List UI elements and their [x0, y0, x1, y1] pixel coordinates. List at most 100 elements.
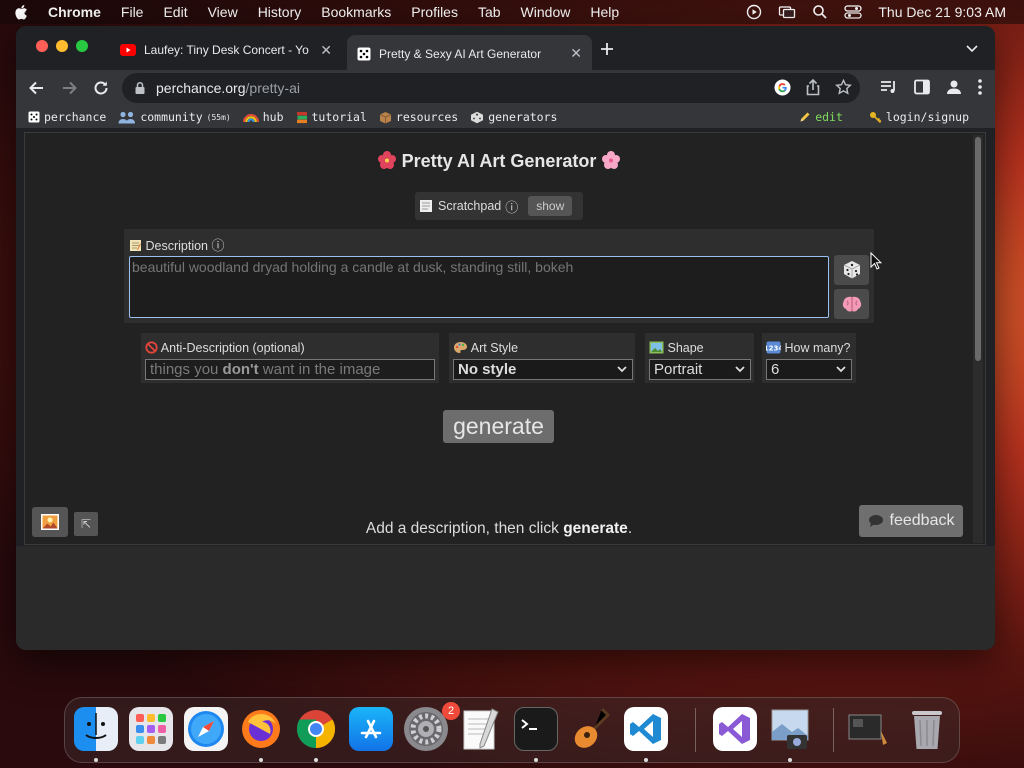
- chevron-down-icon: [735, 366, 745, 373]
- bookmark-tutorial[interactable]: tutorial: [296, 110, 367, 124]
- generate-button[interactable]: generate: [443, 410, 554, 443]
- more-menu-icon[interactable]: [977, 78, 983, 96]
- menu-app-name[interactable]: Chrome: [48, 4, 101, 20]
- close-window-button[interactable]: [36, 40, 48, 52]
- menu-profiles[interactable]: Profiles: [411, 4, 458, 20]
- page-scrollbar[interactable]: [973, 135, 983, 543]
- reload-icon[interactable]: [91, 78, 111, 98]
- chevron-down-icon[interactable]: [966, 45, 978, 53]
- info-icon[interactable]: ⓘ: [505, 197, 518, 216]
- address-bar[interactable]: perchance.org/pretty-ai: [122, 73, 860, 103]
- tab-perchance[interactable]: Pretty & Sexy AI Art Generator ✕: [347, 35, 592, 72]
- bookmark-label: generators: [488, 110, 558, 124]
- textedit-icon: [463, 708, 499, 750]
- preview-icon: [771, 709, 809, 749]
- apple-icon[interactable]: [14, 4, 28, 20]
- menu-help[interactable]: Help: [590, 4, 619, 20]
- bookmark-note: (55m): [206, 112, 231, 122]
- dock-chrome[interactable]: [294, 707, 338, 751]
- anti-description-input[interactable]: things you don't want in the image: [145, 359, 435, 380]
- feedback-button[interactable]: feedback: [859, 505, 963, 537]
- menu-history[interactable]: History: [258, 4, 302, 20]
- bookmark-generators[interactable]: generators: [470, 110, 557, 124]
- mouse-cursor-icon: [870, 252, 882, 270]
- bookmark-community[interactable]: community (55m): [118, 110, 231, 124]
- share-icon[interactable]: [805, 79, 821, 96]
- new-tab-icon[interactable]: [600, 42, 614, 56]
- edit-link[interactable]: edit: [799, 110, 843, 124]
- back-arrow-icon[interactable]: [27, 78, 47, 98]
- media-queue-icon[interactable]: [879, 78, 899, 96]
- search-icon[interactable]: [812, 4, 828, 20]
- rainbow-icon: [242, 114, 259, 123]
- menu-bookmarks[interactable]: Bookmarks: [321, 4, 391, 20]
- dock-app-store[interactable]: [349, 707, 393, 751]
- star-bookmark-icon[interactable]: [835, 79, 852, 96]
- people-icon: [118, 111, 136, 123]
- how-many-select[interactable]: 6: [766, 359, 852, 380]
- perchance-dice-icon: [357, 47, 371, 60]
- dock-trash[interactable]: [905, 707, 949, 751]
- youtube-icon: [120, 44, 136, 56]
- menu-file[interactable]: File: [121, 4, 144, 20]
- description-input[interactable]: [129, 256, 829, 318]
- page-content: Pretty AI Art Generator Scratchpad ⓘ sho…: [24, 132, 986, 545]
- zoom-window-button[interactable]: [76, 40, 88, 52]
- info-icon[interactable]: ⓘ: [212, 238, 225, 253]
- scratchpad-show-button[interactable]: show: [528, 196, 573, 216]
- tab-laufey[interactable]: Laufey: Tiny Desk Concert - Yo ✕: [110, 35, 342, 65]
- control-center-icon[interactable]: [844, 4, 863, 20]
- shape-label: Shape: [649, 341, 704, 355]
- brain-icon: [842, 296, 861, 312]
- tab-title: Laufey: Tiny Desk Concert - Yo: [144, 43, 309, 57]
- dock-visual-studio[interactable]: [713, 707, 757, 751]
- login-signup-link[interactable]: login/signup: [869, 110, 969, 124]
- dock-running-indicator: [314, 758, 318, 762]
- forward-arrow-icon[interactable]: [59, 78, 79, 98]
- menu-view[interactable]: View: [208, 4, 238, 20]
- how-many-panel: 1234 How many? 6: [762, 333, 856, 383]
- tab-strip: Laufey: Tiny Desk Concert - Yo ✕ Pretty …: [16, 26, 995, 72]
- dock-terminal[interactable]: [514, 707, 558, 751]
- profile-icon[interactable]: [945, 78, 963, 96]
- dock-recent-screenshot[interactable]: [847, 707, 891, 751]
- dock-finder[interactable]: [74, 707, 118, 751]
- menu-edit[interactable]: Edit: [163, 4, 187, 20]
- description-panel: Description ⓘ: [124, 229, 874, 323]
- dice-icon: [843, 261, 860, 279]
- dock-garageband[interactable]: [569, 707, 613, 751]
- close-tab-icon[interactable]: ✕: [570, 45, 582, 62]
- screenshot-thumbnail-icon: [848, 714, 887, 745]
- close-tab-icon[interactable]: ✕: [320, 42, 332, 59]
- bookmark-hub[interactable]: hub: [242, 110, 284, 124]
- minimize-window-button[interactable]: [56, 40, 68, 52]
- dock-running-indicator: [788, 758, 792, 762]
- enhance-description-button[interactable]: [834, 289, 869, 319]
- dock-preview[interactable]: [768, 707, 812, 751]
- dock-firefox[interactable]: [239, 707, 283, 751]
- dock-launchpad[interactable]: [129, 707, 173, 751]
- dock-safari[interactable]: [184, 707, 228, 751]
- menu-window[interactable]: Window: [521, 4, 571, 20]
- dock-separator: [695, 708, 696, 752]
- shape-select[interactable]: Portrait: [649, 359, 751, 380]
- side-panel-icon[interactable]: [913, 78, 931, 96]
- play-circle-icon[interactable]: [746, 4, 762, 20]
- art-style-select[interactable]: No style: [453, 359, 633, 380]
- url-path: /pretty-ai: [245, 80, 300, 96]
- dock-textedit[interactable]: [459, 707, 503, 751]
- guitar-icon: [574, 707, 611, 748]
- bookmark-resources[interactable]: resources: [379, 110, 458, 124]
- screen-mirror-icon[interactable]: [778, 4, 796, 20]
- lock-icon[interactable]: [134, 81, 146, 95]
- menu-clock[interactable]: Thu Dec 21 9:03 AM: [878, 4, 1006, 20]
- bookmark-perchance[interactable]: perchance: [28, 110, 106, 124]
- dock-vscode[interactable]: [624, 707, 668, 751]
- anti-description-placeholder: things you don't want in the image: [150, 361, 381, 378]
- menu-tab[interactable]: Tab: [478, 4, 501, 20]
- dock-separator: [833, 708, 834, 752]
- scrollbar-thumb[interactable]: [975, 137, 981, 361]
- google-icon[interactable]: [774, 79, 791, 96]
- random-description-button[interactable]: [834, 255, 869, 285]
- art-style-value: No style: [458, 361, 517, 378]
